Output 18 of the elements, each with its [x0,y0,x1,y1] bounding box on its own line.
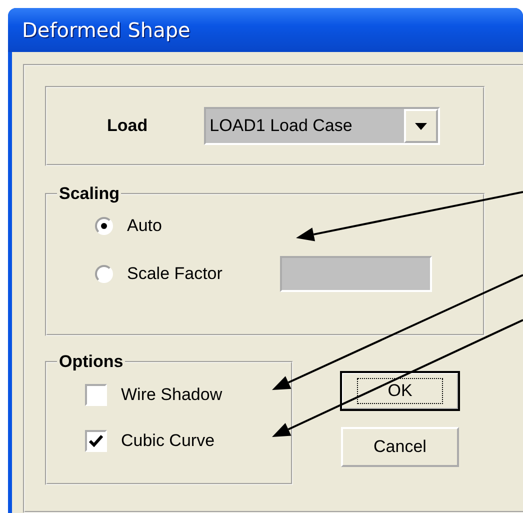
group-title: Scaling [58,184,120,204]
load-label: Load [107,116,148,136]
radio-label: Auto [127,216,162,236]
ok-button[interactable]: OK [341,372,459,410]
load-dropdown[interactable]: LOAD1 Load Case [204,107,440,145]
checkbox-label: Wire Shadow [121,385,222,405]
checkmark-icon [89,435,103,447]
checkbox[interactable] [85,384,107,406]
window-title: Deformed Shape [22,18,190,42]
caret-icon [414,122,427,130]
checkbox-label: Cubic Curve [121,431,215,451]
group-title: Options [58,352,124,372]
radio-button[interactable] [95,217,113,235]
radio-label: Scale Factor [127,264,222,284]
dropdown-button[interactable] [404,109,438,143]
radio-button[interactable] [95,265,113,283]
cancel-button[interactable]: Cancel [341,427,459,467]
checkbox[interactable] [85,430,107,452]
